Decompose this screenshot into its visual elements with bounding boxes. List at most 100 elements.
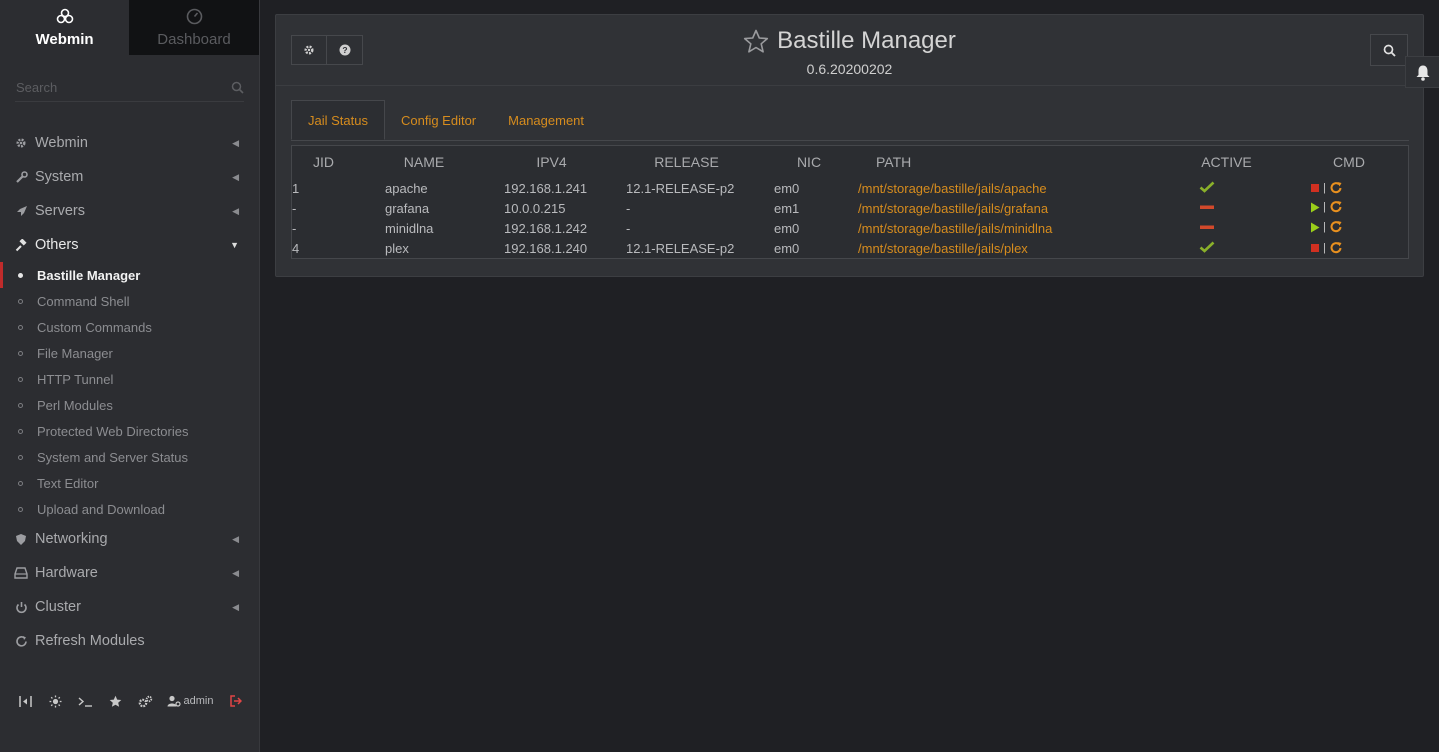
shield-icon [14,532,28,546]
sidebar-item-label: Refresh Modules [35,633,145,649]
cell-active [1163,238,1290,258]
chevron-left-icon: ◀ [232,568,239,578]
sidebar-item-system[interactable]: System ◀ [0,160,259,194]
sidebar-subitem-perl-modules[interactable]: Perl Modules [0,392,259,418]
gears-icon [138,695,152,707]
sidebar-subitem-text-editor[interactable]: Text Editor [0,470,259,496]
column-header-active[interactable]: ACTIVE [1163,146,1290,178]
sidebar-top-tabs: Webmin Dashboard [0,0,259,55]
table-row: 1 apache 192.168.1.241 12.1-RELEASE-p2 e… [292,178,1408,198]
column-header-release[interactable]: RELEASE [610,146,763,178]
sidebar-item-refresh-modules[interactable]: Refresh Modules [0,624,259,658]
column-header-ipv4[interactable]: IPV4 [493,146,610,178]
cell-path[interactable]: /mnt/storage/bastille/jails/plex [855,238,1163,258]
cell-path[interactable]: /mnt/storage/bastille/jails/grafana [855,198,1163,218]
stop-icon[interactable] [1310,183,1320,193]
chevron-left-icon: ◀ [232,602,239,612]
sidebar-subitem-upload-download[interactable]: Upload and Download [0,496,259,522]
bell-icon [1416,65,1429,81]
restart-icon[interactable] [1329,200,1343,214]
sidebar-subitem-label: Perl Modules [37,397,113,413]
tab-config-editor[interactable]: Config Editor [385,100,492,140]
search-input[interactable] [15,79,206,95]
page-title-text: Bastille Manager [777,27,956,54]
gavel-icon [14,238,28,252]
star-outline-icon[interactable] [743,29,769,54]
webmin-logo-icon [56,8,73,24]
stop-icon[interactable] [1310,243,1320,253]
cell-path[interactable]: /mnt/storage/bastille/jails/minidlna [855,218,1163,238]
cell-release: - [626,200,631,216]
sidebar-subitem-custom-commands[interactable]: Custom Commands [0,314,259,340]
restart-icon[interactable] [1329,241,1343,255]
terminal-button[interactable] [70,690,100,712]
tab-jail-status[interactable]: Jail Status [291,100,385,140]
sidebar-item-label: Others [35,237,79,253]
user-account-button[interactable]: admin [160,690,220,712]
cell-release: 12.1-RELEASE-p2 [626,180,735,196]
sidebar-item-hardware[interactable]: Hardware ◀ [0,556,259,590]
separator: | [1323,201,1326,214]
column-header-name[interactable]: NAME [355,146,493,178]
sidebar-subitem-system-server-status[interactable]: System and Server Status [0,444,259,470]
jail-status-table: JID NAME IPV4 RELEASE NIC PATH ACTIVE CM… [292,146,1408,258]
restart-icon[interactable] [1329,181,1343,195]
search-button[interactable] [1370,34,1408,66]
refresh-icon [14,634,28,648]
cell-nic: em0 [774,240,800,256]
sidebar-subitem-label: Custom Commands [37,319,152,335]
sidebar-item-servers[interactable]: Servers ◀ [0,194,259,228]
column-header-cmd[interactable]: CMD [1290,146,1408,178]
search-icon[interactable] [231,81,244,94]
check-icon [1199,181,1215,193]
cell-path[interactable]: /mnt/storage/bastille/jails/apache [855,178,1163,198]
bullet-icon [18,298,23,304]
sidebar-item-label: Hardware [35,565,98,581]
column-header-nic[interactable]: NIC [763,146,855,178]
hdd-icon [14,566,28,580]
theme-config-button[interactable] [130,690,160,712]
column-header-path[interactable]: PATH [855,146,1163,178]
cell-active [1163,218,1290,238]
sidebar-subitem-bastille-manager[interactable]: Bastille Manager [0,262,259,288]
cell-cmd: | [1290,238,1408,258]
sidebar-subitem-protected-web-directories[interactable]: Protected Web Directories [0,418,259,444]
sidebar-item-webmin[interactable]: Webmin ◀ [0,126,259,160]
play-icon[interactable] [1310,222,1320,233]
cell-nic: em1 [774,200,800,216]
sidebar-subitem-http-tunnel[interactable]: HTTP Tunnel [0,366,259,392]
restart-icon[interactable] [1329,220,1343,234]
cell-nic: em0 [774,220,800,236]
cell-ipv4: 192.168.1.242 [504,220,588,236]
cell-jid: 1 [292,180,300,196]
sidebar-item-networking[interactable]: Networking ◀ [0,522,259,556]
power-icon [14,600,28,614]
sidebar-item-cluster[interactable]: Cluster ◀ [0,590,259,624]
tab-management[interactable]: Management [492,100,600,140]
cell-name: plex [385,240,409,256]
cell-jid: - [292,220,297,236]
logout-button[interactable] [220,690,250,712]
bullet-icon [18,506,23,512]
cell-jid: 4 [292,240,300,256]
tab-webmin[interactable]: Webmin [0,0,129,55]
search-icon [1383,44,1396,57]
favorites-button[interactable] [100,690,130,712]
sidebar-item-label: Servers [35,203,85,219]
table-header-row: JID NAME IPV4 RELEASE NIC PATH ACTIVE CM… [292,146,1408,178]
column-header-jid[interactable]: JID [292,146,355,178]
collapse-sidebar-button[interactable] [10,690,40,712]
theme-toggle-button[interactable] [40,690,70,712]
wrench-icon [14,170,28,184]
sidebar-item-others[interactable]: Others ▼ [0,228,259,262]
sidebar-subitem-file-manager[interactable]: File Manager [0,340,259,366]
tab-dashboard[interactable]: Dashboard [129,0,259,55]
module-panel: ? Bastille Manager 0.6.20200202 Jail Sta… [275,14,1424,277]
cell-release: 12.1-RELEASE-p2 [626,240,735,256]
bullet-icon [18,324,23,330]
minus-icon [1200,225,1214,229]
notifications-button[interactable] [1405,56,1439,88]
sidebar-subitem-command-shell[interactable]: Command Shell [0,288,259,314]
play-icon[interactable] [1310,202,1320,213]
bullet-icon [18,272,23,278]
